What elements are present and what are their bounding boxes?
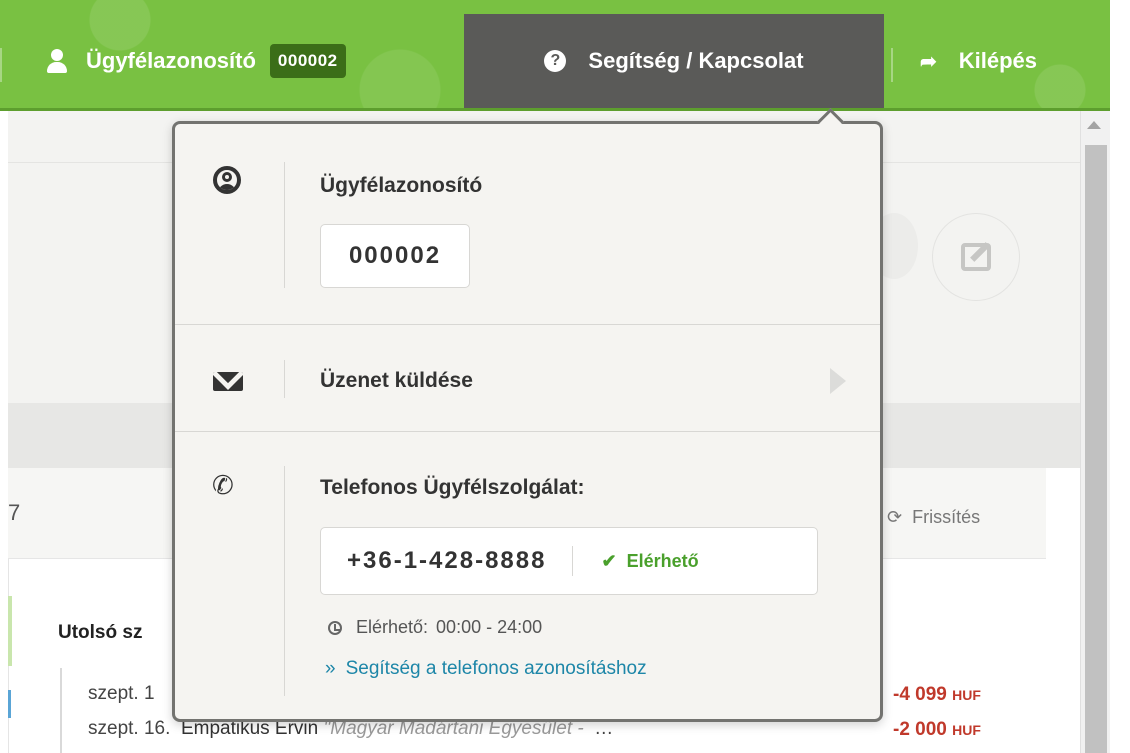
nav-divider bbox=[891, 48, 893, 82]
question-circle-icon: ? bbox=[544, 50, 567, 72]
client-id-nav-item[interactable]: Ügyfélazonosító 000002 bbox=[44, 14, 346, 108]
scrollbar-thumb[interactable] bbox=[1085, 145, 1107, 753]
client-id-badge: 000002 bbox=[269, 44, 346, 78]
edit-icon bbox=[961, 243, 991, 271]
transactions-timeline bbox=[60, 668, 62, 753]
sign-out-icon: ➦ bbox=[920, 50, 937, 73]
logout-nav-item[interactable]: ➦ Kilépés bbox=[920, 14, 1037, 108]
client-id-label: Ügyfélazonosító bbox=[86, 48, 256, 73]
section-divider bbox=[284, 466, 285, 696]
envelope-icon bbox=[213, 372, 243, 391]
client-id-title: Ügyfélazonosító bbox=[320, 174, 483, 197]
nav-divider bbox=[0, 48, 2, 82]
availability-status: ✔ Elérhető bbox=[601, 551, 698, 572]
check-icon: ✔ bbox=[601, 550, 617, 571]
edit-profile-button[interactable] bbox=[932, 213, 1020, 301]
refresh-label: Frissítés bbox=[912, 507, 981, 527]
help-contact-popover: Ügyfélazonosító 000002 Üzenet küldése ✆ … bbox=[172, 121, 883, 722]
availability-label: Elérhető bbox=[626, 550, 699, 571]
section-divider bbox=[284, 360, 285, 398]
phone-number-box[interactable]: +36-1-428-8888 ✔ Elérhető bbox=[320, 527, 818, 595]
user-icon bbox=[44, 47, 70, 75]
refresh-button[interactable]: ⟳ Frissítés bbox=[887, 507, 980, 528]
chevron-right-icon bbox=[830, 368, 846, 394]
hours-value: 00:00 - 24:00 bbox=[436, 617, 543, 637]
scroll-up-arrow-icon[interactable] bbox=[1087, 121, 1101, 129]
help-link-label: Segítség a telefonos azonosításhoz bbox=[345, 658, 647, 679]
help-contact-nav-item[interactable]: ? Segítség / Kapcsolat bbox=[464, 14, 884, 108]
section-divider bbox=[284, 162, 285, 288]
header-number-fragment: 7 bbox=[8, 500, 21, 525]
send-message-label: Üzenet küldése bbox=[320, 369, 473, 392]
blue-accent-edge bbox=[8, 690, 11, 718]
opening-hours: Elérhető: 00:00 - 24:00 bbox=[328, 617, 542, 638]
phone-identification-help-link[interactable]: » Segítség a telefonos azonosításhoz bbox=[325, 658, 647, 680]
phone-support-section: ✆ Telefonos Ügyfélszolgálat: +36-1-428-8… bbox=[175, 431, 880, 722]
double-chevron-icon: » bbox=[325, 658, 336, 679]
transaction-amount-1: -4 099 HUF bbox=[893, 684, 981, 705]
logout-label: Kilépés bbox=[958, 48, 1038, 73]
client-id-section: Ügyfélazonosító 000002 bbox=[175, 124, 880, 324]
phone-support-title: Telefonos Ügyfélszolgálat: bbox=[320, 476, 585, 499]
refresh-icon: ⟳ bbox=[887, 507, 903, 527]
recent-transactions-title: Utolsó sz bbox=[58, 622, 143, 643]
phone-icon: ✆ bbox=[212, 470, 234, 500]
hours-label: Elérhető: bbox=[356, 617, 429, 637]
transaction-date-1: szept. 1 bbox=[88, 683, 155, 704]
phone-number: +36-1-428-8888 bbox=[347, 547, 547, 574]
phone-box-separator bbox=[572, 546, 574, 576]
transaction-amount-2: -2 000 HUF bbox=[893, 719, 981, 740]
send-message-row[interactable]: Üzenet küldése bbox=[175, 324, 880, 431]
green-accent-edge bbox=[8, 596, 12, 666]
help-contact-label: Segítség / Kapcsolat bbox=[588, 48, 804, 73]
top-bar-border bbox=[0, 108, 1110, 111]
transaction-date-2: szept. 16. bbox=[88, 718, 171, 739]
user-circle-icon bbox=[213, 166, 241, 194]
client-id-value: 000002 bbox=[320, 224, 470, 288]
window-edge bbox=[1110, 0, 1130, 753]
clock-icon bbox=[328, 620, 342, 635]
